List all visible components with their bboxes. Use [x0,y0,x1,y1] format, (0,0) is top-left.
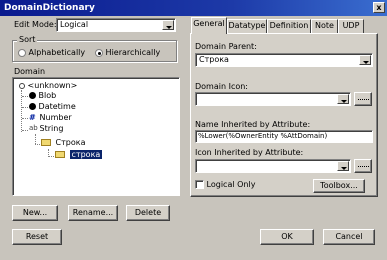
edit-mode-label: Edit Mode: [14,20,57,29]
icon-inherited-label: Icon Inherited by Attribute: [195,148,304,157]
tab-definition[interactable]: Definition [267,19,311,33]
edit-mode-select[interactable]: Logical [56,18,176,32]
delete-button[interactable]: Delete [126,205,170,221]
icon-inherited-select[interactable] [195,159,351,173]
ok-button[interactable]: OK [260,229,314,245]
domain-parent-value: Строка [199,55,229,64]
domain-parent-label: Domain Parent: [195,42,257,51]
tab-general[interactable]: General [191,17,227,34]
tree-item-label: Number [39,113,72,122]
tree-item-stroka-child[interactable]: строка [55,150,103,160]
domain-parent-select[interactable]: Строка [195,53,373,67]
window-title: DomainDictionary [4,3,95,13]
chevron-down-icon[interactable] [359,55,371,65]
icon-inherited-browse-button[interactable] [354,159,372,173]
domain-icon-select[interactable] [195,92,351,106]
folder-icon [41,139,51,146]
tree-item-label-selected: строка [69,150,103,159]
tree-item-datetime[interactable]: Datetime [29,102,76,112]
folder-icon [55,151,65,158]
rename-button[interactable]: Rename... [68,205,118,221]
ellipsis-icon [358,166,369,168]
logical-only-checkbox[interactable]: Logical Only [195,180,255,189]
name-inherited-value: %Lower(%OwnerEntity %AttDomain) [198,132,328,140]
string-icon: ab [29,124,38,132]
tab-note[interactable]: Note [311,19,338,33]
tree-item-label: <unknown> [27,81,78,90]
domain-tree[interactable]: <unknown> Blob Datetime # Number ab Stri… [12,77,180,196]
cancel-button[interactable]: Cancel [323,229,375,245]
toolbox-button[interactable]: Toolbox... [313,179,365,193]
sort-option-label: Alphabetically [28,48,86,57]
tree-item-label: Строка [55,138,86,147]
name-inherited-label: Name Inherited by Attribute: [195,120,311,129]
unknown-icon [19,82,25,89]
tab-datatype[interactable]: Datatype [227,19,267,33]
number-icon: # [29,113,36,122]
chevron-down-icon[interactable] [337,161,349,171]
sort-option-label: Hierarchically [105,48,161,57]
reset-button[interactable]: Reset [12,229,62,245]
edit-mode-value: Logical [60,20,89,29]
new-button[interactable]: New... [12,205,58,221]
logical-only-label: Logical Only [206,180,256,189]
domain-icon-label: Domain Icon: [195,82,249,91]
chevron-down-icon[interactable] [337,94,349,104]
sort-option-hierarchically[interactable]: Hierarchically [95,48,160,57]
tree-item-unknown[interactable]: <unknown> [19,81,77,91]
radio-hierarchically[interactable] [95,48,103,57]
ellipsis-icon [358,99,369,101]
tree-item-label: Blob [38,91,57,100]
radio-alphabetically[interactable] [18,48,26,57]
tree-item-blob[interactable]: Blob [29,91,56,101]
sort-label: Sort [17,35,38,44]
tab-udp[interactable]: UDP [338,19,364,33]
domain-icon-browse-button[interactable] [354,92,372,106]
blob-icon [29,92,36,99]
chevron-down-icon[interactable] [162,20,174,30]
tree-item-stroka[interactable]: Строка [41,138,86,148]
tree-item-number[interactable]: # Number [29,113,72,123]
domain-label: Domain [14,67,46,76]
name-inherited-input[interactable]: %Lower(%OwnerEntity %AttDomain) [195,130,373,143]
sort-option-alphabetically[interactable]: Alphabetically [18,48,85,57]
tab-panel-general: Domain Parent: Строка Domain Icon: Name … [190,33,378,197]
tree-item-string[interactable]: ab String [29,124,63,134]
tree-item-label: Datetime [38,102,76,111]
close-icon[interactable]: x [373,2,385,13]
title-bar: DomainDictionary x [0,0,387,16]
checkbox-icon[interactable] [195,180,204,189]
tree-item-label: String [39,124,64,133]
datetime-icon [29,103,36,110]
